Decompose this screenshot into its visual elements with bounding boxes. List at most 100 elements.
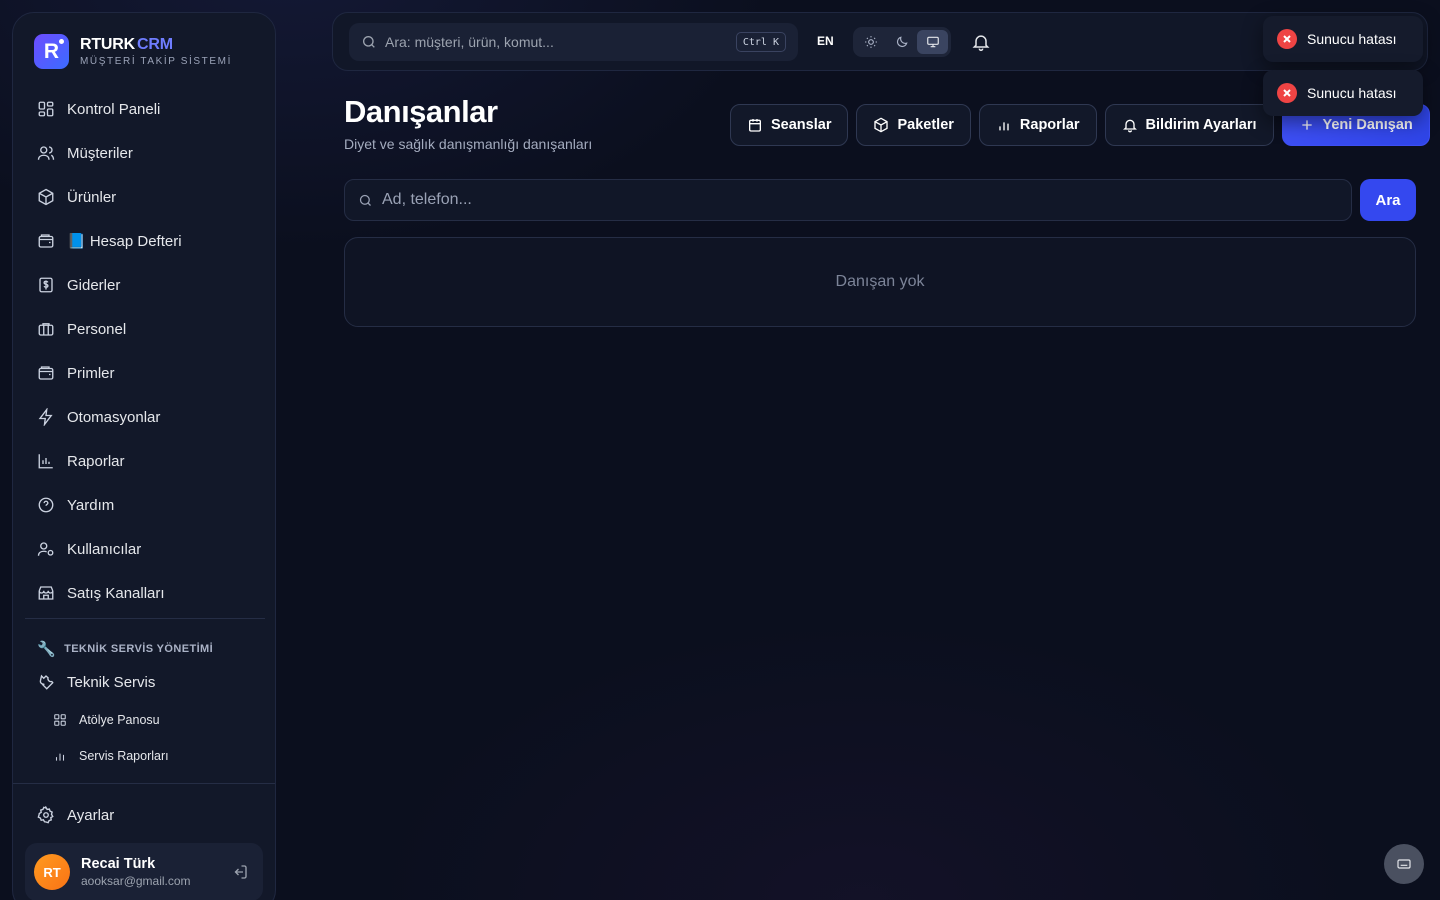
monitor-icon: [926, 36, 939, 48]
sidebar-divider: [25, 618, 265, 619]
sidebar-item-label: Kontrol Paneli: [67, 100, 161, 118]
shortcut-badge: Ctrl K: [735, 32, 786, 52]
error-icon: [1277, 83, 1297, 103]
page-subtitle: Diyet ve sağlık danışmanlığı danışanları: [344, 136, 593, 152]
sidebar-subitem-workshop-board[interactable]: Atölye Panosu: [25, 702, 265, 738]
sidebar-item-label: Ürünler: [67, 188, 117, 206]
client-search-input[interactable]: [382, 191, 1282, 209]
sidebar-item-automations[interactable]: Otomasyonlar: [25, 395, 265, 439]
sidebar-item-reports[interactable]: Raporlar: [25, 439, 265, 483]
brand[interactable]: R RTURK CRM MÜŞTERİ TAKİP SİSTEMİ: [34, 34, 232, 69]
theme-light-button[interactable]: [856, 30, 887, 54]
sidebar: R RTURK CRM MÜŞTERİ TAKİP SİSTEMİ Kontrol…: [12, 12, 276, 900]
sidebar-item-label: Kullanıcılar: [67, 540, 142, 558]
reports-button[interactable]: Raporlar: [978, 104, 1097, 146]
wrench-icon: [39, 674, 54, 690]
sidebar-item-dashboard[interactable]: Kontrol Paneli: [25, 87, 265, 131]
lightning-icon: [38, 408, 53, 426]
help-icon: [38, 497, 54, 513]
user-name: Recai Türk: [81, 856, 156, 872]
keyboard-shortcuts-button[interactable]: [1384, 844, 1424, 884]
dashboard-icon: [38, 101, 54, 117]
language-switch[interactable]: EN: [817, 34, 834, 48]
sidebar-item-technical-service[interactable]: Teknik Servis: [25, 660, 265, 704]
global-search-input[interactable]: [385, 34, 715, 50]
sidebar-item-label: Ayarlar: [67, 806, 115, 824]
search-button[interactable]: Ara: [1360, 179, 1416, 221]
sessions-button[interactable]: Seanslar: [730, 104, 849, 146]
sidebar-item-label: Personel: [67, 320, 127, 338]
sidebar-item-sales-channels[interactable]: Satış Kanalları: [25, 571, 265, 615]
gear-icon: [37, 806, 54, 824]
empty-message: Danışan yok: [835, 273, 925, 290]
keyboard-icon: [1397, 859, 1411, 869]
brand-name: RTURK CRM: [80, 36, 173, 53]
theme-dark-button[interactable]: [887, 30, 918, 54]
search-icon: [363, 36, 375, 48]
sidebar-item-label: Primler: [67, 364, 115, 382]
client-search[interactable]: [344, 179, 1352, 221]
sidebar-subnav: Atölye Panosu Servis Raporları: [25, 702, 265, 774]
sidebar-item-users[interactable]: Kullanıcılar: [25, 527, 265, 571]
sun-icon: [865, 36, 878, 48]
global-search[interactable]: Ctrl K: [349, 23, 798, 61]
sidebar-item-settings[interactable]: Ayarlar: [25, 793, 265, 837]
plus-icon: [1301, 120, 1312, 130]
sidebar-item-help[interactable]: Yardım: [25, 483, 265, 527]
bar-chart-icon: [55, 753, 65, 761]
bar-chart-icon: [999, 122, 1009, 131]
wallet-icon: [38, 366, 54, 380]
toast-message: Sunucu hatası: [1307, 85, 1397, 101]
user-settings-icon: [37, 542, 54, 556]
sidebar-item-expenses[interactable]: Giderler: [25, 263, 265, 307]
sidebar-item-label: Teknik Servis: [67, 673, 156, 691]
sidebar-item-customers[interactable]: Müşteriler: [25, 131, 265, 175]
grid-icon: [54, 714, 66, 726]
sidebar-item-staff[interactable]: Personel: [25, 307, 265, 351]
brand-tagline: MÜŞTERİ TAKİP SİSTEMİ: [80, 56, 232, 67]
sidebar-item-label: Satış Kanalları: [67, 584, 165, 602]
store-icon: [38, 586, 54, 600]
theme-system-button[interactable]: [917, 30, 949, 54]
search-icon: [359, 194, 371, 206]
sidebar-item-label: Giderler: [67, 276, 121, 294]
sidebar-divider: [13, 783, 275, 784]
user-email: aooksar@gmail.com: [81, 874, 191, 888]
sidebar-item-bonuses[interactable]: Primler: [25, 351, 265, 395]
wallet-icon: [38, 234, 54, 248]
section-title-technical-service: 🔧 TEKNİK SERVİS YÖNETİMİ: [37, 641, 214, 658]
avatar: RT: [34, 854, 70, 890]
packages-button[interactable]: Paketler: [856, 104, 971, 146]
notification-settings-button[interactable]: Bildirim Ayarları: [1104, 104, 1274, 146]
dollar-receipt-icon: [39, 277, 53, 293]
sidebar-item-label: Müşteriler: [67, 144, 133, 162]
page-title: Danışanlar: [344, 94, 498, 129]
users-icon: [37, 146, 55, 160]
sidebar-item-label: Otomasyonlar: [67, 408, 161, 426]
box-icon: [874, 117, 889, 133]
calendar-icon: [749, 119, 761, 132]
sidebar-item-ledger[interactable]: 📘 Hesap Defteri: [25, 219, 265, 263]
theme-toggle: [853, 27, 951, 57]
moon-icon: [897, 36, 908, 47]
sidebar-item-label: Yardım: [67, 496, 115, 514]
box-icon: [38, 188, 54, 206]
error-icon: [1277, 29, 1297, 49]
brand-logo: R: [34, 34, 69, 69]
logout-icon[interactable]: [231, 863, 249, 881]
error-toast[interactable]: Sunucu hatası: [1263, 16, 1423, 62]
empty-state: Danışan yok: [344, 237, 1416, 327]
sidebar-item-label: Raporlar: [67, 452, 125, 470]
sidebar-item-label: 📘 Hesap Defteri: [67, 233, 182, 250]
sidebar-subitem-service-reports[interactable]: Servis Raporları: [25, 738, 265, 774]
user-card[interactable]: RT Recai Türk aooksar@gmail.com: [25, 843, 263, 900]
sidebar-nav: Kontrol Paneli Müşteriler Ürünler 📘 Hesa…: [25, 87, 265, 615]
bar-chart-icon: [38, 454, 53, 469]
bell-icon: [1122, 119, 1137, 133]
sidebar-item-products[interactable]: Ürünler: [25, 175, 265, 219]
bell-icon[interactable]: [971, 32, 991, 52]
briefcase-icon: [38, 323, 54, 336]
sidebar-subitem-label: Servis Raporları: [79, 749, 169, 763]
toast-message: Sunucu hatası: [1307, 31, 1397, 47]
error-toast[interactable]: Sunucu hatası: [1263, 70, 1423, 116]
